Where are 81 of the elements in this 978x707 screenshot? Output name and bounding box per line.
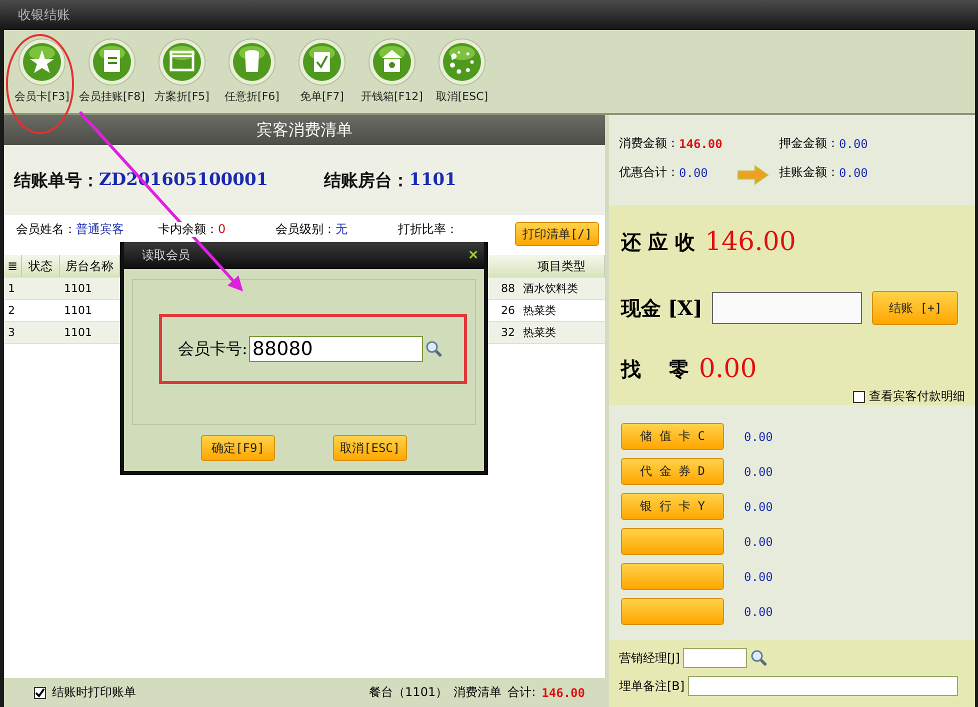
amount-due: 146.00 [704, 227, 796, 258]
window-title: 收银结账 [18, 7, 70, 24]
payment-amount: 0.00 [744, 570, 773, 584]
payment-amount: 0.00 [744, 604, 773, 618]
summary-value: 0.00 [839, 166, 868, 180]
checkbox[interactable] [853, 390, 865, 402]
member-info-value: 普通宾客 [76, 222, 124, 237]
table-cell-text: 32 [500, 326, 516, 339]
change-amount: 0.00 [698, 354, 757, 384]
table-cell-text: 热菜类 [522, 303, 557, 318]
room-label: 结账房台： [324, 170, 410, 192]
summary-label: 押金金额： [779, 135, 839, 152]
close-button[interactable]: × [468, 246, 478, 264]
card-number-label: 会员卡号: [178, 338, 248, 360]
card-number-input[interactable]: 88080 [249, 336, 424, 362]
bag-icon [228, 38, 276, 86]
summary-label: 优惠合计： [619, 164, 679, 181]
cash-input[interactable] [712, 292, 862, 324]
row-number: 3 [7, 326, 16, 339]
toolbar-button[interactable]: 开钱箱[F12] [360, 38, 424, 113]
table-cell-text: 1101 [63, 282, 93, 295]
summary-label: 挂账金额： [779, 164, 839, 181]
arrow-icon [737, 165, 769, 185]
loading-icon [438, 38, 486, 86]
document-icon [88, 38, 136, 86]
amount-due-label: 还 应 收 [621, 228, 695, 256]
remark-label: 埋单备注[B] [619, 678, 685, 694]
bill-number-label: 结账单号： [14, 170, 99, 192]
total-label: 合计: [508, 684, 536, 701]
payment-method-button[interactable]: 银 行 卡 Y [621, 493, 724, 520]
checklist-icon [298, 38, 346, 86]
search-icon[interactable] [425, 340, 444, 358]
table-cell-text: 26 [500, 304, 516, 317]
table-cell-text: 热菜类 [522, 325, 557, 340]
search-icon[interactable] [750, 649, 768, 667]
summary-label: 消费金额： [619, 135, 679, 152]
checkbox[interactable] [34, 686, 46, 698]
payment-amount: 0.00 [744, 534, 773, 548]
list-heading: 宾客消费清单 [4, 115, 605, 145]
payment-method-button[interactable]: 代 金 券 D [621, 458, 724, 485]
window-icon [158, 38, 206, 86]
member-info-value: 无 [335, 222, 348, 237]
toolbar-button[interactable]: 取消[ESC] [430, 38, 494, 113]
checkbox-label: 结账时打印账单 [52, 684, 136, 701]
table-cell-text: 酒水饮料类 [522, 281, 579, 296]
row-number: 1 [7, 282, 16, 295]
payment-amount: 0.00 [744, 430, 773, 444]
payment-method-button[interactable]: 储 值 卡 C [621, 423, 724, 450]
member-info-value: 0 [218, 222, 226, 237]
toolbar-button[interactable]: 方案折[F5] [150, 38, 214, 113]
column-header: ≣ [4, 255, 22, 277]
checkbox-label: 查看宾客付款明细 [869, 388, 965, 405]
manager-input[interactable] [682, 648, 747, 668]
toolbar-button[interactable]: 免单[F7] [290, 38, 354, 113]
room-number: 1101 [409, 170, 456, 190]
building-icon [368, 38, 416, 86]
table-cell-text: 88 [500, 282, 516, 295]
summary-value: 146.00 [679, 136, 722, 150]
remark-input[interactable] [688, 676, 958, 696]
cash-label: 现金 [X] [621, 294, 702, 322]
table-cell-text: 1101 [63, 304, 93, 317]
list-label: 消费清单 [454, 684, 502, 701]
dialog-button[interactable]: 取消[ESC] [333, 435, 407, 461]
change-label: 找 零 [621, 356, 689, 383]
dialog-title: 读取会员 [142, 247, 190, 264]
toolbar-button[interactable]: 会员挂账[F8] [80, 38, 144, 113]
manager-label: 营销经理[J] [619, 650, 680, 666]
row-number: 2 [7, 304, 16, 317]
summary-value: 0.00 [839, 136, 868, 150]
table-label: 餐台（1101） [369, 684, 448, 701]
print-list-button[interactable]: 打印清单[/] [515, 222, 599, 246]
column-header: 状态 [22, 255, 60, 277]
total-amount: 146.00 [542, 686, 585, 700]
payment-amount: 0.00 [744, 464, 773, 478]
toolbar-button[interactable]: 会员卡[F3] [10, 38, 74, 113]
toolbar-button[interactable]: 任意折[F6] [220, 38, 284, 113]
checkout-button[interactable]: 结账 [+] [872, 291, 958, 326]
dialog-button[interactable]: 确定[F9] [201, 435, 275, 461]
table-cell-text: 1101 [63, 326, 93, 339]
payment-amount: 0.00 [744, 500, 773, 514]
summary-value: 0.00 [679, 166, 708, 180]
